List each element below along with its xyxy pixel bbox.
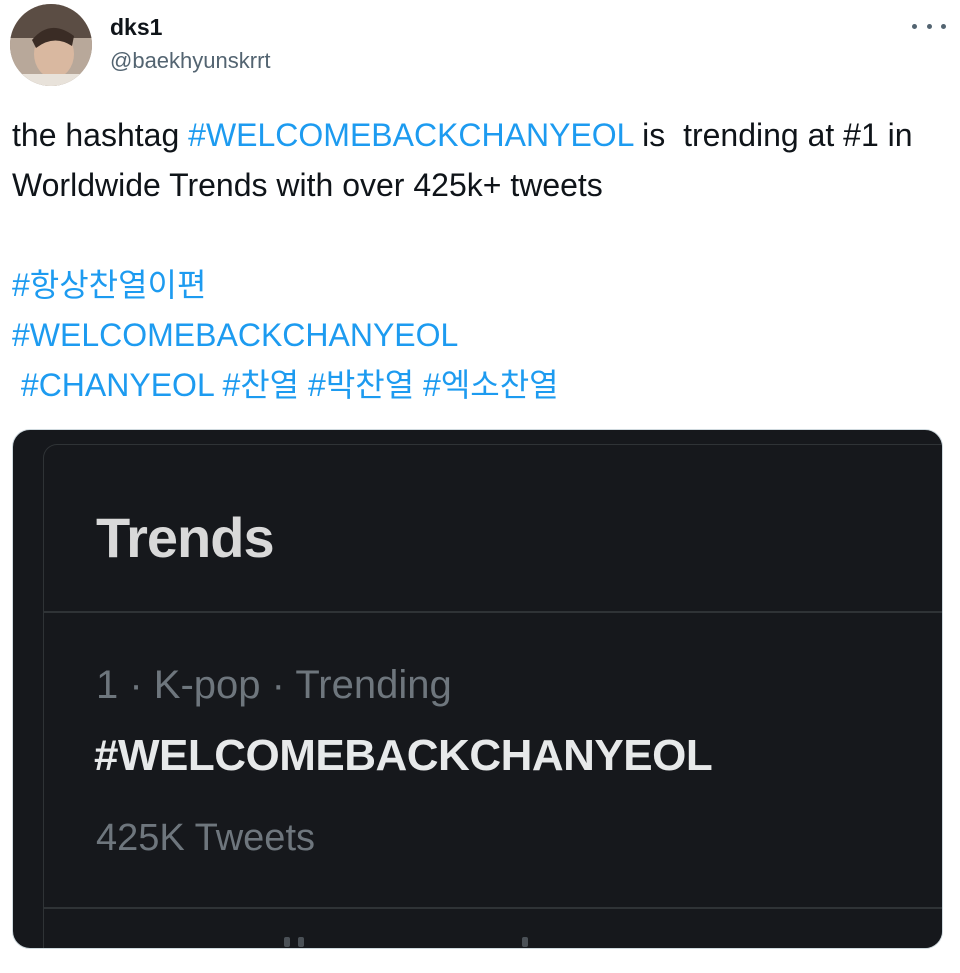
hashtag-link[interactable]: #항상찬열이편	[12, 267, 206, 303]
hashtag-link[interactable]: #찬열	[222, 367, 299, 403]
trend-divider	[44, 907, 942, 909]
author-display-name[interactable]: dks1	[110, 14, 162, 41]
author-avatar[interactable]	[10, 4, 92, 86]
next-trend-fragment	[284, 937, 290, 947]
trends-panel: Trends 1 · K-pop · Trending #WELCOMEBACK…	[43, 444, 942, 948]
tweet-text: the hashtag #WELCOMEBACKCHANYEOL is tren…	[12, 110, 952, 410]
more-horizontal-icon	[941, 23, 946, 29]
author-handle[interactable]: @baekhyunskrrt	[110, 48, 271, 74]
hashtag-link[interactable]: #WELCOMEBACKCHANYEOL	[12, 317, 458, 353]
more-horizontal-icon	[912, 23, 917, 29]
tweet-text-intro: the hashtag	[12, 117, 189, 153]
trend-tweet-count: 425K Tweets	[96, 817, 316, 859]
trend-meta: 1 · K-pop · Trending	[96, 663, 452, 707]
next-trend-fragment	[298, 937, 304, 947]
hashtag-link[interactable]: #엑소찬열	[423, 367, 559, 403]
more-horizontal-icon	[926, 23, 932, 29]
tweet-card: dks1 @baekhyunskrrt the hashtag #WELCOME…	[0, 0, 960, 973]
next-trend-fragment	[522, 937, 528, 947]
attached-screenshot[interactable]: Trends 1 · K-pop · Trending #WELCOMEBACK…	[12, 429, 943, 949]
trend-name: #WELCOMEBACKCHANYEOL	[94, 731, 713, 780]
trends-heading: Trends	[96, 506, 275, 569]
hashtag-link[interactable]: #박찬열	[308, 367, 414, 403]
next-trend-partial	[284, 937, 584, 948]
trends-divider	[44, 611, 942, 613]
avatar-photo	[10, 4, 92, 86]
more-options-button[interactable]	[912, 14, 946, 38]
hashtag-link[interactable]: #WELCOMEBACKCHANYEOL	[188, 117, 633, 153]
hashtag-link[interactable]: #CHANYEOL	[21, 367, 214, 403]
